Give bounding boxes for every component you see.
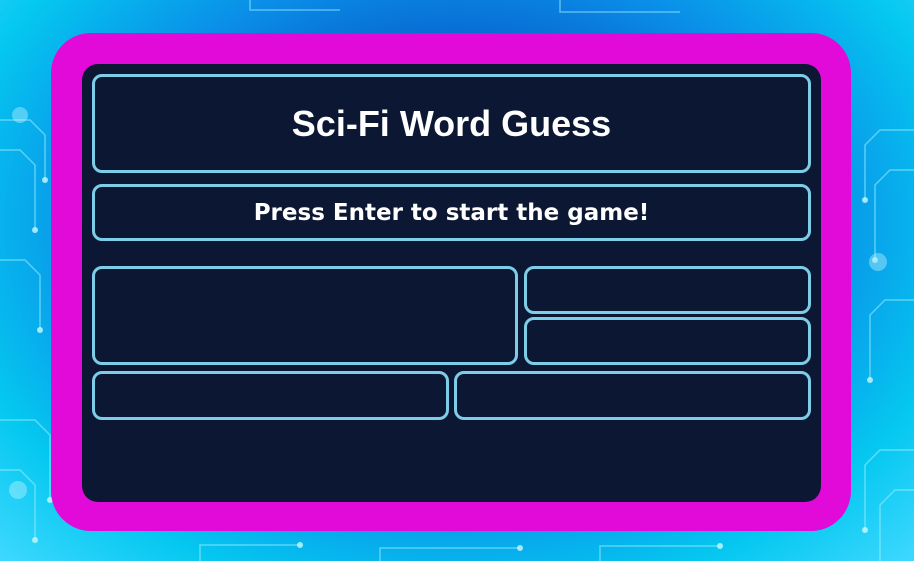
- game-title: Sci-Fi Word Guess: [291, 102, 612, 144]
- message-box: Press Enter to start the game!: [92, 184, 811, 241]
- game-panel: Sci-Fi Word Guess Press Enter to start t…: [82, 64, 821, 502]
- title-box: Sci-Fi Word Guess: [92, 74, 811, 173]
- info-box-bottom: [524, 317, 811, 365]
- info-box-top: [524, 266, 811, 314]
- footer-box-left: [92, 371, 449, 420]
- game-frame: Sci-Fi Word Guess Press Enter to start t…: [51, 33, 851, 531]
- word-display-box: [92, 266, 518, 365]
- footer-box-right: [454, 371, 811, 420]
- status-message: Press Enter to start the game!: [253, 199, 650, 226]
